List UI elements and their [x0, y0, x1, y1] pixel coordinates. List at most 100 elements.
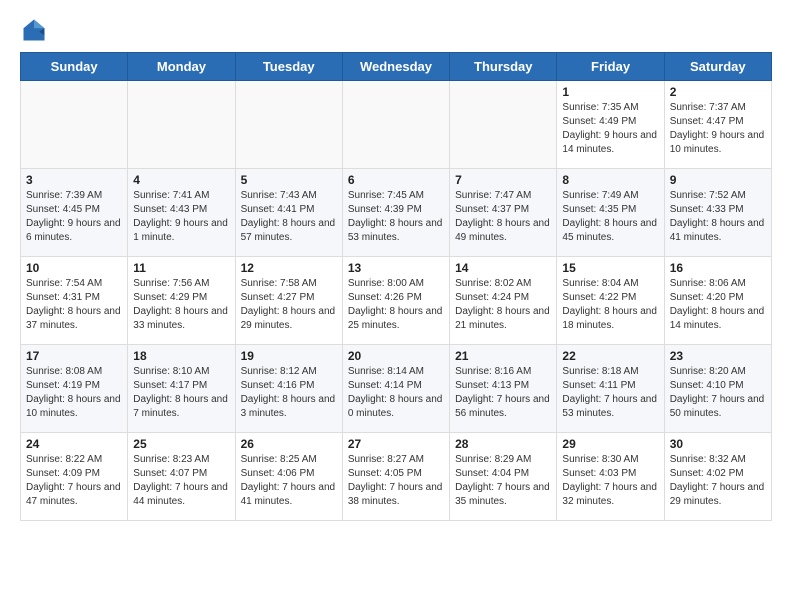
- day-number: 30: [670, 437, 766, 451]
- day-number: 3: [26, 173, 122, 187]
- cell-info: Sunrise: 8:25 AM Sunset: 4:06 PM Dayligh…: [241, 453, 337, 509]
- calendar-week-4: 17Sunrise: 8:08 AM Sunset: 4:19 PM Dayli…: [21, 345, 772, 433]
- page: SundayMondayTuesdayWednesdayThursdayFrid…: [0, 0, 792, 531]
- cell-info: Sunrise: 7:41 AM Sunset: 4:43 PM Dayligh…: [133, 189, 229, 245]
- day-number: 2: [670, 85, 766, 99]
- calendar-header-saturday: Saturday: [664, 53, 771, 81]
- cell-info: Sunrise: 8:16 AM Sunset: 4:13 PM Dayligh…: [455, 365, 551, 421]
- cell-info: Sunrise: 8:04 AM Sunset: 4:22 PM Dayligh…: [562, 277, 658, 333]
- calendar-cell: [450, 81, 557, 169]
- day-number: 11: [133, 261, 229, 275]
- day-number: 28: [455, 437, 551, 451]
- calendar-cell: 29Sunrise: 8:30 AM Sunset: 4:03 PM Dayli…: [557, 433, 664, 521]
- calendar-cell: 26 Sunrise: 8:25 AM Sunset: 4:06 PM Dayli…: [235, 433, 342, 521]
- cell-info: Sunrise: 7:35 AM Sunset: 4:49 PM Dayligh…: [562, 101, 658, 157]
- cell-info: Sunrise: 8:22 AM Sunset: 4:09 PM Dayligh…: [26, 453, 122, 509]
- calendar-cell: 30 Sunrise: 8:32 AM Sunset: 4:02 PM Dayli…: [664, 433, 771, 521]
- day-number: 13: [348, 261, 444, 275]
- calendar-cell: 12 Sunrise: 7:58 AM Sunset: 4:27 PM Dayli…: [235, 257, 342, 345]
- calendar-cell: 7 Sunrise: 7:47 AM Sunset: 4:37 PM Daylig…: [450, 169, 557, 257]
- calendar-header-sunday: Sunday: [21, 53, 128, 81]
- calendar-header-thursday: Thursday: [450, 53, 557, 81]
- day-number: 27: [348, 437, 444, 451]
- cell-info: Sunrise: 7:45 AM Sunset: 4:39 PM Dayligh…: [348, 189, 444, 245]
- calendar-cell: 16Sunrise: 8:06 AM Sunset: 4:20 PM Dayli…: [664, 257, 771, 345]
- day-number: 21: [455, 349, 551, 363]
- day-number: 22: [562, 349, 658, 363]
- day-number: 7: [455, 173, 551, 187]
- day-number: 24: [26, 437, 122, 451]
- cell-info: Sunrise: 8:30 AM Sunset: 4:03 PM Dayligh…: [562, 453, 658, 509]
- calendar-cell: 23 Sunrise: 8:20 AM Sunset: 4:10 PM Dayli…: [664, 345, 771, 433]
- cell-info: Sunrise: 8:10 AM Sunset: 4:17 PM Dayligh…: [133, 365, 229, 421]
- calendar-cell: 21 Sunrise: 8:16 AM Sunset: 4:13 PM Dayli…: [450, 345, 557, 433]
- calendar-cell: 10 Sunrise: 7:54 AM Sunset: 4:31 PM Dayli…: [21, 257, 128, 345]
- cell-info: Sunrise: 8:29 AM Sunset: 4:04 PM Dayligh…: [455, 453, 551, 509]
- cell-info: Sunrise: 7:58 AM Sunset: 4:27 PM Dayligh…: [241, 277, 337, 333]
- cell-info: Sunrise: 8:14 AM Sunset: 4:14 PM Dayligh…: [348, 365, 444, 421]
- cell-info: Sunrise: 8:27 AM Sunset: 4:05 PM Dayligh…: [348, 453, 444, 509]
- calendar-cell: 2 Sunrise: 7:37 AM Sunset: 4:47 PM Daylig…: [664, 81, 771, 169]
- logo: [20, 16, 52, 44]
- day-number: 19: [241, 349, 337, 363]
- calendar-cell: 15 Sunrise: 8:04 AM Sunset: 4:22 PM Dayli…: [557, 257, 664, 345]
- calendar-cell: 24 Sunrise: 8:22 AM Sunset: 4:09 PM Dayli…: [21, 433, 128, 521]
- day-number: 1: [562, 85, 658, 99]
- calendar-cell: 9Sunrise: 7:52 AM Sunset: 4:33 PM Daylig…: [664, 169, 771, 257]
- calendar-cell: 18 Sunrise: 8:10 AM Sunset: 4:17 PM Dayli…: [128, 345, 235, 433]
- calendar-cell: 17Sunrise: 8:08 AM Sunset: 4:19 PM Dayli…: [21, 345, 128, 433]
- calendar-cell: 3 Sunrise: 7:39 AM Sunset: 4:45 PM Daylig…: [21, 169, 128, 257]
- cell-info: Sunrise: 7:43 AM Sunset: 4:41 PM Dayligh…: [241, 189, 337, 245]
- day-number: 15: [562, 261, 658, 275]
- day-number: 17: [26, 349, 122, 363]
- calendar-cell: 28 Sunrise: 8:29 AM Sunset: 4:04 PM Dayli…: [450, 433, 557, 521]
- cell-info: Sunrise: 8:06 AM Sunset: 4:20 PM Dayligh…: [670, 277, 766, 333]
- calendar-cell: 13 Sunrise: 8:00 AM Sunset: 4:26 PM Dayli…: [342, 257, 449, 345]
- day-number: 8: [562, 173, 658, 187]
- calendar-cell: 5 Sunrise: 7:43 AM Sunset: 4:41 PM Daylig…: [235, 169, 342, 257]
- calendar-cell: 4 Sunrise: 7:41 AM Sunset: 4:43 PM Daylig…: [128, 169, 235, 257]
- day-number: 14: [455, 261, 551, 275]
- calendar-cell: 25Sunrise: 8:23 AM Sunset: 4:07 PM Dayli…: [128, 433, 235, 521]
- day-number: 20: [348, 349, 444, 363]
- cell-info: Sunrise: 8:18 AM Sunset: 4:11 PM Dayligh…: [562, 365, 658, 421]
- cell-info: Sunrise: 7:37 AM Sunset: 4:47 PM Dayligh…: [670, 101, 766, 157]
- calendar-cell: 11 Sunrise: 7:56 AM Sunset: 4:29 PM Dayli…: [128, 257, 235, 345]
- calendar-week-3: 10 Sunrise: 7:54 AM Sunset: 4:31 PM Dayli…: [21, 257, 772, 345]
- day-number: 4: [133, 173, 229, 187]
- calendar-cell: [128, 81, 235, 169]
- cell-info: Sunrise: 7:54 AM Sunset: 4:31 PM Dayligh…: [26, 277, 122, 333]
- cell-info: Sunrise: 8:32 AM Sunset: 4:02 PM Dayligh…: [670, 453, 766, 509]
- day-number: 18: [133, 349, 229, 363]
- calendar-cell: 19 Sunrise: 8:12 AM Sunset: 4:16 PM Dayli…: [235, 345, 342, 433]
- calendar-week-2: 3 Sunrise: 7:39 AM Sunset: 4:45 PM Daylig…: [21, 169, 772, 257]
- calendar-cell: 20 Sunrise: 8:14 AM Sunset: 4:14 PM Dayli…: [342, 345, 449, 433]
- header: [20, 16, 772, 44]
- day-number: 23: [670, 349, 766, 363]
- calendar-cell: 6 Sunrise: 7:45 AM Sunset: 4:39 PM Daylig…: [342, 169, 449, 257]
- cell-info: Sunrise: 7:56 AM Sunset: 4:29 PM Dayligh…: [133, 277, 229, 333]
- day-number: 12: [241, 261, 337, 275]
- day-number: 5: [241, 173, 337, 187]
- cell-info: Sunrise: 8:00 AM Sunset: 4:26 PM Dayligh…: [348, 277, 444, 333]
- calendar-cell: 1 Sunrise: 7:35 AM Sunset: 4:49 PM Daylig…: [557, 81, 664, 169]
- calendar-header-wednesday: Wednesday: [342, 53, 449, 81]
- day-number: 26: [241, 437, 337, 451]
- calendar-cell: 27 Sunrise: 8:27 AM Sunset: 4:05 PM Dayli…: [342, 433, 449, 521]
- day-number: 9: [670, 173, 766, 187]
- calendar-header-row: SundayMondayTuesdayWednesdayThursdayFrid…: [21, 53, 772, 81]
- day-number: 10: [26, 261, 122, 275]
- cell-info: Sunrise: 8:20 AM Sunset: 4:10 PM Dayligh…: [670, 365, 766, 421]
- calendar-cell: [235, 81, 342, 169]
- day-number: 6: [348, 173, 444, 187]
- calendar-cell: [342, 81, 449, 169]
- calendar-header-tuesday: Tuesday: [235, 53, 342, 81]
- calendar-header-monday: Monday: [128, 53, 235, 81]
- cell-info: Sunrise: 7:39 AM Sunset: 4:45 PM Dayligh…: [26, 189, 122, 245]
- logo-icon: [20, 16, 48, 44]
- calendar-week-5: 24 Sunrise: 8:22 AM Sunset: 4:09 PM Dayli…: [21, 433, 772, 521]
- cell-info: Sunrise: 8:12 AM Sunset: 4:16 PM Dayligh…: [241, 365, 337, 421]
- calendar-table: SundayMondayTuesdayWednesdayThursdayFrid…: [20, 52, 772, 521]
- calendar-cell: [21, 81, 128, 169]
- cell-info: Sunrise: 7:47 AM Sunset: 4:37 PM Dayligh…: [455, 189, 551, 245]
